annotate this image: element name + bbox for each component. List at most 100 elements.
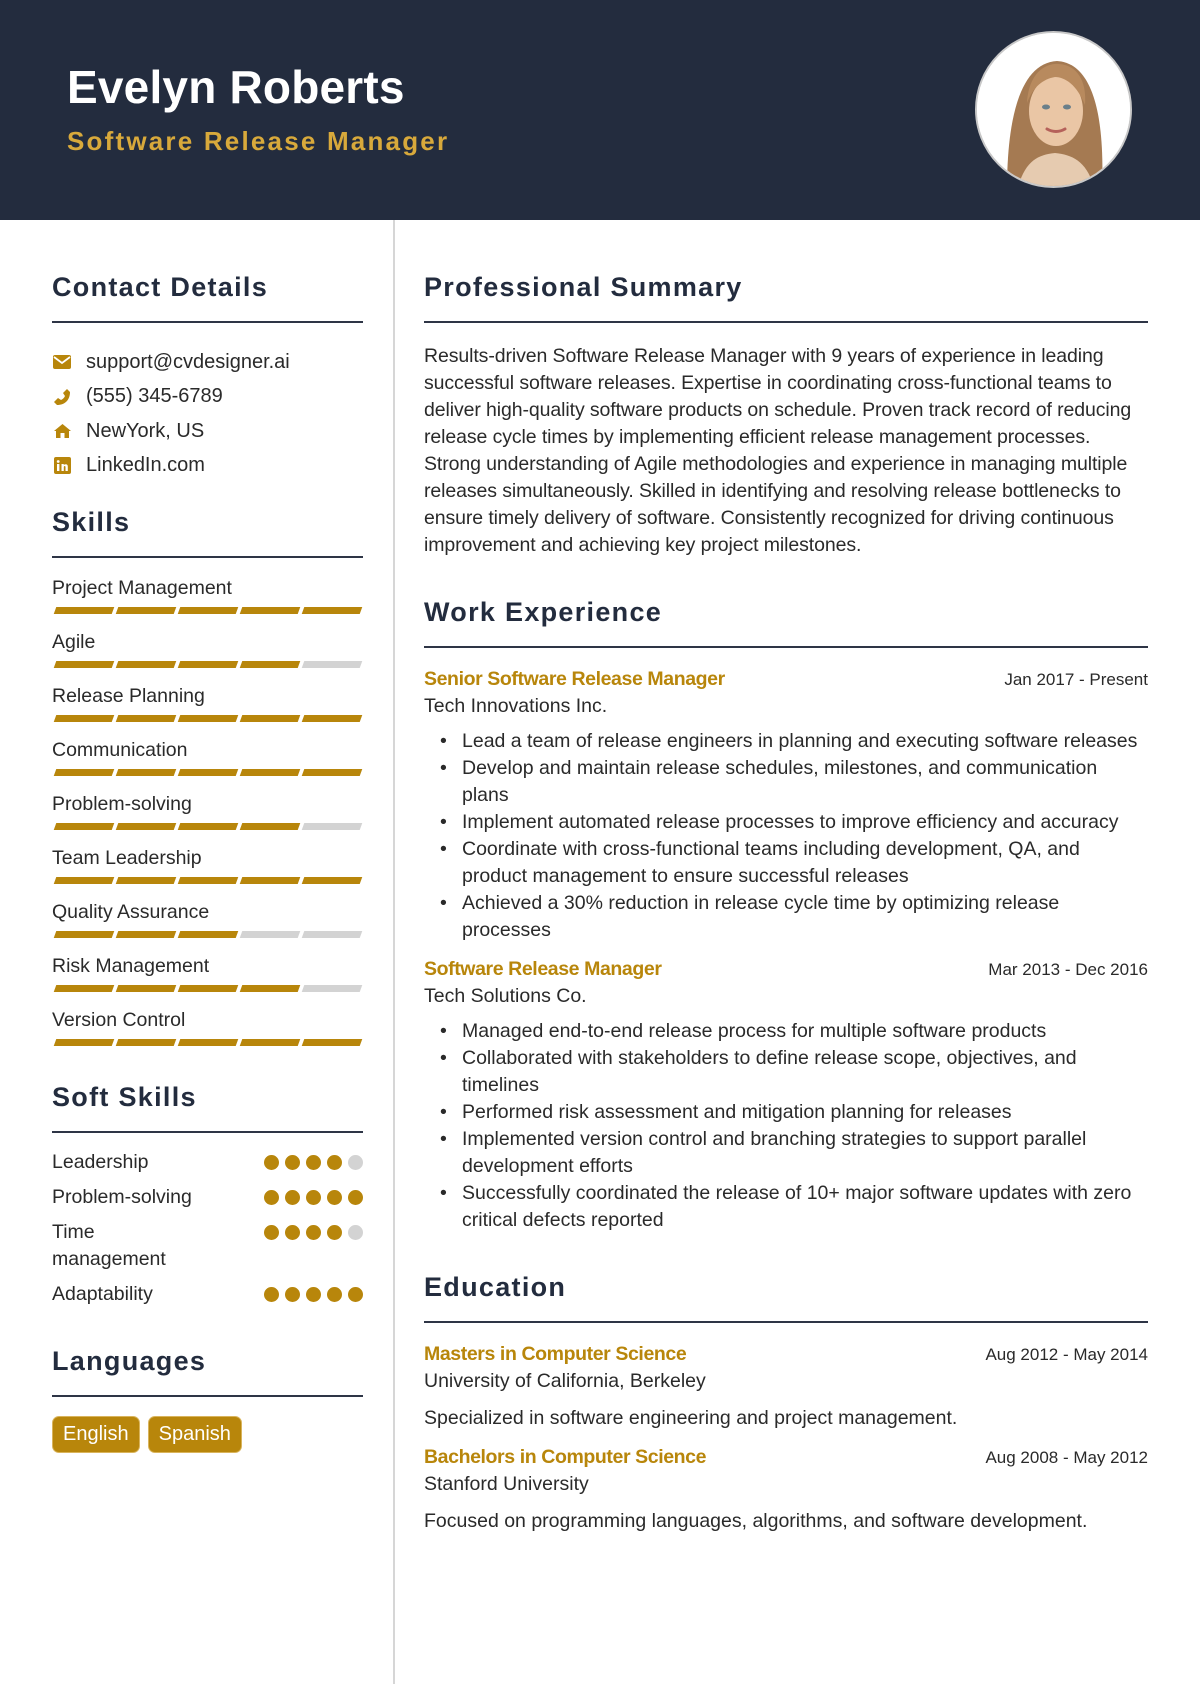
skill-level-bar (52, 661, 363, 668)
skill-segment-filled (301, 607, 363, 614)
skill-segment-filled (301, 769, 363, 776)
languages-section: Languages English Spanish (52, 1346, 363, 1453)
contact-email-text: support@cvdesigner.ai (86, 350, 290, 373)
column-divider (393, 220, 395, 1684)
skill-item: Release Planning (52, 682, 363, 722)
portrait-image (977, 33, 1130, 186)
soft-skill-rating (264, 1225, 363, 1240)
rating-dot-filled (327, 1190, 342, 1205)
skill-name: Risk Management (52, 955, 210, 977)
skill-name: Quality Assurance (52, 901, 210, 923)
education-description: Specialized in software engineering and … (424, 1407, 958, 1429)
skill-name: Version Control (52, 1009, 186, 1031)
soft-skill-name: Problem-solving (52, 1186, 192, 1208)
skill-segment-filled (115, 715, 177, 722)
skill-item: Communication (52, 736, 363, 776)
skill-level-bar (52, 823, 363, 830)
rating-dot-filled (306, 1190, 321, 1205)
summary-section: Professional Summary Results-driven Soft… (424, 272, 1148, 559)
skill-segment-filled (115, 769, 177, 776)
job-bullet: Coordinate with cross-functional teams i… (440, 836, 1148, 890)
skill-segment-filled (239, 985, 301, 992)
skills-title: Skills (52, 507, 131, 537)
job-company: Tech Solutions Co. (424, 985, 587, 1007)
skill-segment-filled (53, 661, 115, 668)
skill-segment-filled (53, 1039, 115, 1046)
skill-segment-filled (115, 661, 177, 668)
rating-dot-filled (306, 1287, 321, 1302)
skill-segment-filled (239, 607, 301, 614)
degree-title: Bachelors in Computer Science (424, 1446, 707, 1468)
skill-segment-filled (177, 769, 239, 776)
candidate-role: Software Release Manager (67, 126, 450, 156)
rating-dot-filled (264, 1155, 279, 1170)
skill-segment-filled (53, 877, 115, 884)
skill-segment-filled (239, 823, 301, 830)
skill-segment-filled (301, 715, 363, 722)
job-bullet: Implemented version control and branchin… (440, 1126, 1148, 1180)
section-divider (52, 321, 363, 323)
job-bullet: Managed end-to-end release process for m… (440, 1018, 1148, 1045)
job-bullet: Lead a team of release engineers in plan… (440, 728, 1148, 755)
education-entry: Bachelors in Computer Science Aug 2008 -… (424, 1446, 1148, 1533)
education-description: Focused on programming languages, algori… (424, 1510, 1088, 1532)
job-title: Senior Software Release Manager (424, 668, 725, 690)
skill-segment-filled (177, 823, 239, 830)
skill-segment-empty (301, 985, 363, 992)
soft-skill-name: Leadership (52, 1151, 149, 1173)
skill-segment-filled (239, 661, 301, 668)
skill-segment-filled (177, 607, 239, 614)
job-date: Jan 2017 - Present (1004, 670, 1148, 689)
skill-segment-filled (301, 1039, 363, 1046)
skills-list: Project Management Agile Release Planning C… (52, 574, 363, 1046)
soft-skills-list: Leadership Problem-solving Time management… (52, 1149, 363, 1308)
education-title: Education (424, 1272, 567, 1302)
skill-segment-filled (53, 823, 115, 830)
skill-segment-filled (239, 715, 301, 722)
skill-segment-filled (177, 1039, 239, 1046)
phone-icon (52, 387, 72, 407)
soft-skill-item: Adaptability (52, 1281, 363, 1308)
soft-skill-rating (264, 1190, 363, 1205)
contact-phone[interactable]: (555) 345-6789 (52, 380, 363, 415)
skill-segment-empty (239, 931, 301, 938)
rating-dot-filled (306, 1155, 321, 1170)
rating-dot-filled (327, 1225, 342, 1240)
contact-email[interactable]: support@cvdesigner.ai (52, 345, 363, 380)
skill-segment-filled (53, 715, 115, 722)
rating-dot-filled (327, 1287, 342, 1302)
section-divider (52, 1131, 363, 1133)
job-title: Software Release Manager (424, 958, 662, 980)
job-bullet: Achieved a 30% reduction in release cycl… (440, 890, 1148, 944)
education-section: Education Masters in Computer Science Au… (424, 1272, 1148, 1533)
skill-level-bar (52, 931, 363, 938)
education-entry: Masters in Computer Science Aug 2012 - M… (424, 1343, 1148, 1430)
job-date: Mar 2013 - Dec 2016 (988, 960, 1148, 979)
skill-name: Communication (52, 739, 188, 761)
job-bullet: Implement automated release processes to… (440, 809, 1148, 836)
skill-item: Project Management (52, 574, 363, 614)
rating-dot-filled (285, 1225, 300, 1240)
soft-skill-rating (264, 1155, 363, 1170)
resume-header: Evelyn Roberts Software Release Manager (0, 0, 1200, 220)
skill-level-bar (52, 1039, 363, 1046)
contact-linkedin[interactable]: LinkedIn.com (52, 449, 363, 484)
soft-skill-item: Time management (52, 1219, 363, 1273)
summary-title: Professional Summary (424, 272, 743, 302)
skill-segment-empty (301, 661, 363, 668)
main-content: Professional Summary Results-driven Soft… (424, 220, 1148, 1533)
rating-dot-filled (348, 1287, 363, 1302)
section-divider (424, 646, 1148, 648)
section-divider (52, 1395, 363, 1397)
job-entry: Senior Software Release Manager Jan 2017… (424, 668, 1148, 944)
skill-segment-filled (301, 877, 363, 884)
degree-title: Masters in Computer Science (424, 1343, 687, 1365)
soft-skill-name: Time management (52, 1221, 166, 1270)
job-bullets: Managed end-to-end release process for m… (424, 1018, 1148, 1234)
skill-name: Project Management (52, 577, 232, 599)
skills-section: Skills Project Management Agile Release Pl… (52, 507, 363, 1046)
skill-segment-filled (115, 823, 177, 830)
languages-list: English Spanish (52, 1416, 363, 1453)
rating-dot-filled (264, 1190, 279, 1205)
skill-segment-filled (53, 985, 115, 992)
